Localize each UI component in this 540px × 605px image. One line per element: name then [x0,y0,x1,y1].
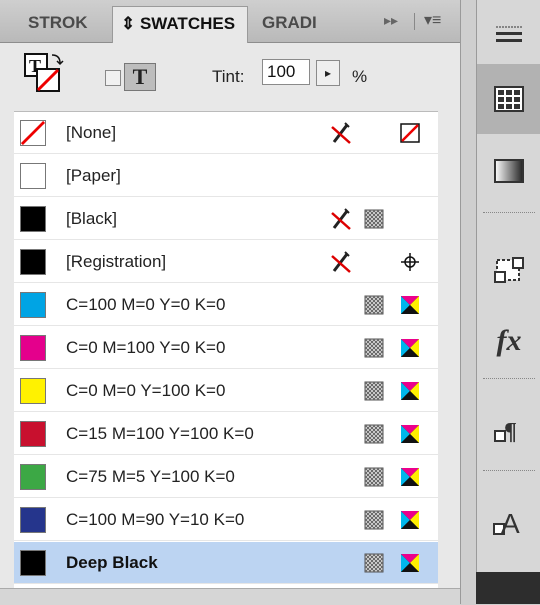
tint-input[interactable] [262,59,310,85]
swatch-name: [None] [66,123,117,142]
svg-text:¶: ¶ [504,419,517,445]
process-icon [364,553,384,573]
process-icon [364,510,384,530]
swatch-name: Deep Black [66,553,158,572]
swatch-name: C=100 M=0 Y=0 K=0 [66,295,226,314]
swatch-row[interactable]: C=0 M=100 Y=0 K=0 [14,327,438,369]
swatch-name: C=0 M=100 Y=0 K=0 [66,338,226,357]
swatch-color-chip [20,507,46,533]
swatch-controls: T T Tint: ▸ % [0,43,460,111]
cmyk-icon [401,382,419,400]
cmyk-icon [401,296,419,314]
swatch-name: C=15 M=100 Y=100 K=0 [66,424,254,443]
swatch-name: C=100 M=90 Y=10 K=0 [66,510,245,529]
swatch-color-chip [20,550,46,576]
dock-separator [483,470,535,473]
formatting-container-icon[interactable] [105,70,121,86]
expand-tabs-icon[interactable]: ▸▸ [384,12,398,29]
swatch-color-chip [20,378,46,404]
swatch-row[interactable]: C=100 M=90 Y=10 K=0 [14,499,438,541]
effects-panel-icon[interactable] [477,236,540,306]
swatch-name: [Black] [66,209,118,228]
swatch-name: C=75 M=5 Y=100 K=0 [66,467,235,486]
swatch-color-chip [20,292,46,318]
cmyk-icon [401,511,419,529]
cmyk-icon [401,339,419,357]
process-icon [364,381,384,401]
swatch-color-chip [20,249,46,275]
character-styles-icon[interactable]: A [477,488,540,558]
dock-background [476,572,540,604]
tab-swatches[interactable]: ⇕ SWATCHES [112,6,248,43]
process-icon [364,209,384,229]
tab-gradient[interactable]: GRADI [254,6,342,42]
swatch-row[interactable]: C=0 M=0 Y=100 K=0 [14,370,438,412]
tab-stroke[interactable]: STROK [20,6,112,42]
tint-label: Tint: [212,67,245,86]
swatch-color-chip [20,335,46,361]
none-swatch-icon [400,123,420,143]
process-icon [364,424,384,444]
noedit-icon [331,122,351,144]
panel-footer [0,588,460,605]
swatch-color-chip [20,421,46,447]
process-icon [364,467,384,487]
swatch-color-chip [20,120,46,146]
formatting-text-toggle[interactable]: T [124,63,156,91]
panel-menu-icon[interactable] [477,0,540,70]
swatch-row[interactable]: C=75 M=5 Y=100 K=0 [14,456,438,498]
tint-unit: % [352,67,368,86]
fx-label: fx [496,324,522,357]
swatch-color-chip [20,206,46,232]
svg-text:A: A [501,508,520,539]
cmyk-icon [401,425,419,443]
panel-menu-icon[interactable]: ▾≡ [424,10,441,30]
swatch-list: [None] [Paper] [Black] [Registration] C=100 … [14,111,438,590]
swatch-row[interactable]: C=100 M=0 Y=0 K=0 [14,284,438,326]
swatch-color-chip [20,163,46,189]
paragraph-styles-icon[interactable]: ¶ [477,396,540,466]
swatch-row[interactable]: [Registration] [14,241,438,283]
panel-tab-bar: STROK ⇕ SWATCHES GRADI ▸▸ ▾≡ [0,0,460,43]
fill-stroke-text-icon[interactable]: T [24,53,64,97]
process-icon [364,295,384,315]
swatch-row[interactable]: [Black] [14,198,438,240]
dock-separator [483,212,535,215]
swatch-name: [Paper] [66,166,121,185]
dock-separator [483,378,535,381]
fx-panel-icon[interactable]: fx [477,306,540,376]
tint-slider-button[interactable]: ▸ [316,60,340,86]
cmyk-icon [401,468,419,486]
swatch-color-chip [20,464,46,490]
swatch-name: C=0 M=0 Y=100 K=0 [66,381,226,400]
gradient-panel-icon[interactable] [477,136,540,206]
process-icon [364,338,384,358]
panel-dock: fx ¶ A [476,0,540,604]
cmyk-icon [401,554,419,572]
noedit-icon [331,251,351,273]
noedit-icon [331,208,351,230]
swatch-row[interactable]: [None] [14,112,438,154]
registration-icon [401,253,419,271]
tab-divider [414,13,415,30]
swatch-row[interactable]: [Paper] [14,155,438,197]
swatches-panel: STROK ⇕ SWATCHES GRADI ▸▸ ▾≡ T T Tint: ▸… [0,0,461,605]
swatch-row[interactable]: Deep Black [14,542,438,584]
swatches-panel-icon[interactable] [477,64,540,134]
swatch-row[interactable]: C=15 M=100 Y=100 K=0 [14,413,438,455]
swatch-name: [Registration] [66,252,167,271]
